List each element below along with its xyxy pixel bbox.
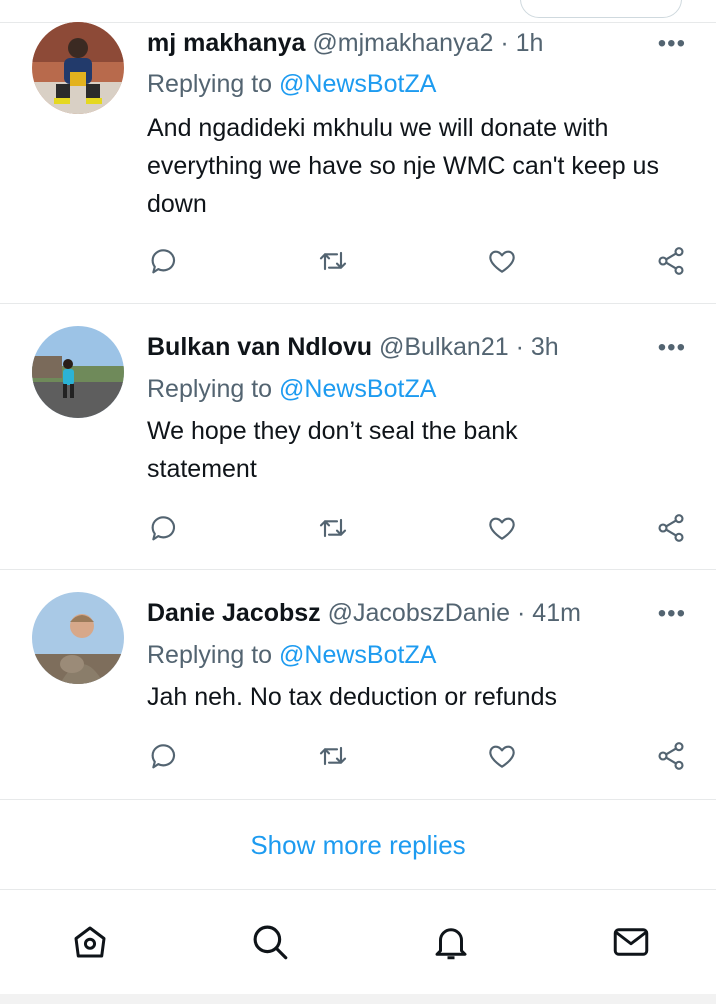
avatar[interactable]: [32, 22, 124, 114]
bottom-navigation: [0, 890, 716, 994]
replying-to-mention[interactable]: @NewsBotZA: [279, 641, 436, 669]
home-icon[interactable]: [66, 918, 114, 966]
share-icon[interactable]: [653, 510, 689, 546]
like-icon[interactable]: [484, 243, 520, 279]
display-name[interactable]: mj makhanya: [147, 29, 305, 57]
replying-to-label: Replying to: [147, 641, 273, 669]
retweet-icon[interactable]: [315, 738, 351, 774]
tweet-header: Danie Jacobsz @JacobszDanie · 41m: [147, 598, 581, 628]
tweet-actions: [0, 738, 716, 778]
tweet-text: We hope they don’t seal the bank stateme…: [147, 417, 518, 483]
tweet-header: Bulkan van Ndlovu @Bulkan21 · 3h: [147, 332, 559, 362]
reply-tweet[interactable]: mj makhanya @mjmakhanya2 · 1h ••• Replyi…: [0, 22, 716, 304]
reply-icon[interactable]: [146, 510, 182, 546]
avatar[interactable]: [32, 592, 124, 684]
tweet-actions: [0, 243, 716, 283]
separator: ·: [515, 333, 524, 361]
more-options-icon[interactable]: •••: [658, 32, 686, 56]
messages-icon[interactable]: [607, 918, 655, 966]
show-more-replies[interactable]: Show more replies: [0, 800, 716, 890]
user-handle[interactable]: @Bulkan21: [379, 333, 509, 361]
separator: ·: [517, 599, 526, 627]
retweet-icon[interactable]: [315, 243, 351, 279]
reply-tweet[interactable]: Bulkan van Ndlovu @Bulkan21 · 3h ••• Rep…: [0, 304, 716, 570]
retweet-icon[interactable]: [315, 510, 351, 546]
display-name[interactable]: Bulkan van Ndlovu: [147, 333, 372, 361]
replying-to-label: Replying to: [147, 70, 273, 98]
tweet-text: Jah neh. No tax deduction or refunds: [147, 683, 557, 711]
reply-icon[interactable]: [146, 243, 182, 279]
replying-to: Replying to @NewsBotZA: [147, 69, 436, 99]
display-name[interactable]: Danie Jacobsz: [147, 599, 321, 627]
tweet-actions: [0, 510, 716, 550]
replying-to-mention[interactable]: @NewsBotZA: [279, 375, 436, 403]
more-options-icon[interactable]: •••: [658, 336, 686, 360]
user-handle[interactable]: @JacobszDanie: [328, 599, 510, 627]
tweet-text: And ngadideki mkhulu we will donate with…: [147, 114, 659, 218]
show-more-replies-link[interactable]: Show more replies: [0, 830, 716, 861]
share-icon[interactable]: [653, 243, 689, 279]
search-icon[interactable]: [246, 918, 294, 966]
like-icon[interactable]: [484, 738, 520, 774]
timestamp[interactable]: 3h: [531, 333, 559, 361]
reply-icon[interactable]: [146, 738, 182, 774]
separator: ·: [500, 29, 509, 57]
avatar[interactable]: [32, 326, 124, 418]
bottom-edge: [0, 994, 716, 1004]
timestamp[interactable]: 1h: [516, 29, 544, 57]
notifications-icon[interactable]: [427, 918, 475, 966]
replying-to-label: Replying to: [147, 375, 273, 403]
timestamp[interactable]: 41m: [532, 599, 581, 627]
share-icon[interactable]: [653, 738, 689, 774]
tweet-header: mj makhanya @mjmakhanya2 · 1h: [147, 28, 543, 58]
replying-to: Replying to @NewsBotZA: [147, 640, 436, 670]
more-options-icon[interactable]: •••: [658, 602, 686, 626]
like-icon[interactable]: [484, 510, 520, 546]
reply-tweet[interactable]: Danie Jacobsz @JacobszDanie · 41m ••• Re…: [0, 570, 716, 800]
top-strip: [0, 0, 716, 23]
follow-button-partial[interactable]: [520, 0, 682, 18]
replying-to: Replying to @NewsBotZA: [147, 374, 436, 404]
replying-to-mention[interactable]: @NewsBotZA: [279, 70, 436, 98]
user-handle[interactable]: @mjmakhanya2: [312, 29, 493, 57]
